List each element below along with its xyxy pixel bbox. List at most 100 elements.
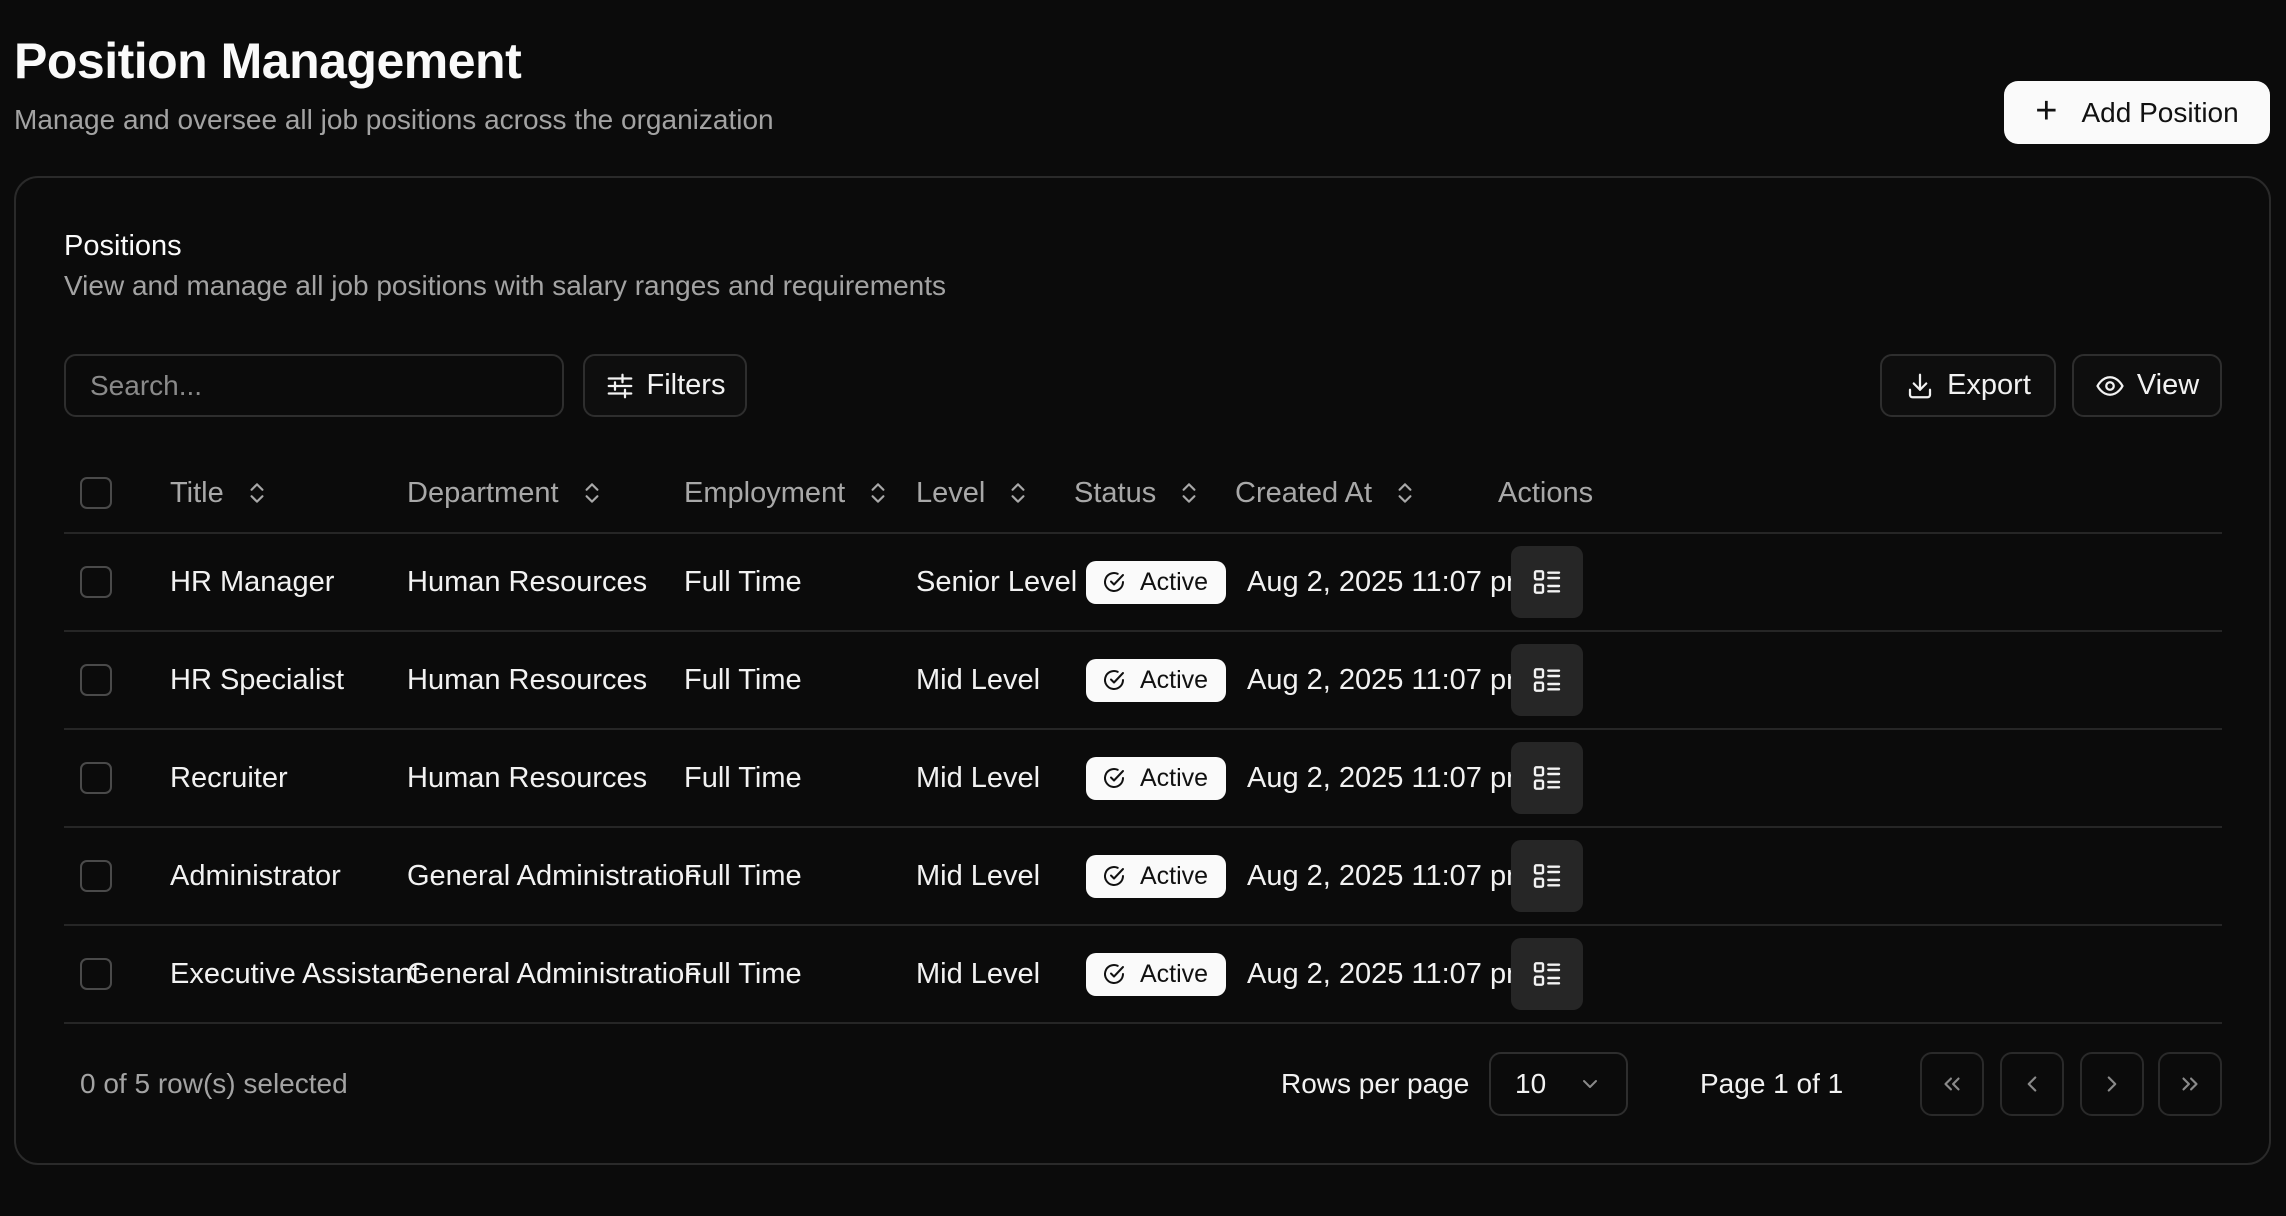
column-header-status[interactable]: Status: [1074, 454, 1202, 532]
selected-rows-count: 0 of 5 row(s) selected: [80, 1068, 348, 1099]
status-badge: Active: [1086, 854, 1227, 898]
eye-icon: [2096, 375, 2124, 396]
table-row[interactable]: Recruiter Human Resources Full Time Mid Lev…: [64, 730, 2222, 828]
chevrons-up-down-icon: [1176, 478, 1202, 508]
rows-per-page-select[interactable]: 10: [1489, 1052, 1628, 1116]
cell-level: Mid Level: [916, 663, 1041, 696]
cell-title: HR Specialist: [170, 663, 345, 696]
status-label: Active: [1140, 567, 1209, 596]
cell-department: Human Resources: [407, 565, 648, 598]
cell-employment: Full Time: [684, 761, 802, 794]
row-actions-button[interactable]: [1511, 546, 1583, 618]
previous-page-button[interactable]: [2000, 1052, 2064, 1116]
download-icon: [1908, 373, 1932, 398]
page-header: Position Management Manage and oversee a…: [14, 32, 774, 136]
table-row[interactable]: Executive Assistant General Administratio…: [64, 926, 2222, 1024]
row-select-checkbox[interactable]: [80, 664, 112, 696]
row-actions-button[interactable]: [1511, 938, 1583, 1010]
view-button[interactable]: View: [2072, 354, 2222, 417]
row-actions-button[interactable]: [1511, 840, 1583, 912]
cell-department: Human Resources: [407, 663, 648, 696]
cell-created-at: Aug 2, 2025 11:07 pm: [1247, 761, 1531, 794]
positions-table: Title Department Employment Level Status…: [64, 454, 2222, 1024]
positions-card: Positions View and manage all job positi…: [14, 176, 2271, 1165]
column-level-label: Level: [916, 476, 986, 509]
table-row[interactable]: Administrator General Administration Full …: [64, 828, 2222, 926]
list-details-icon: [1533, 962, 1561, 986]
status-badge: Active: [1086, 560, 1227, 604]
table-header-row: Title Department Employment Level Status…: [64, 454, 2222, 534]
search-input[interactable]: [64, 354, 564, 417]
cell-level: Senior Level: [916, 565, 1078, 598]
list-details-icon: [1533, 668, 1561, 692]
column-created-at-label: Created At: [1235, 476, 1373, 509]
status-label: Active: [1140, 861, 1209, 890]
chevron-right-icon: [2107, 1076, 2117, 1092]
cell-employment: Full Time: [684, 859, 802, 892]
cell-level: Mid Level: [916, 859, 1041, 892]
table-row[interactable]: HR Specialist Human Resources Full Time Mid…: [64, 632, 2222, 730]
cell-employment: Full Time: [684, 663, 802, 696]
row-select-checkbox[interactable]: [80, 762, 112, 794]
cell-level: Mid Level: [916, 957, 1041, 990]
column-header-title[interactable]: Title: [170, 454, 270, 532]
chevrons-up-down-icon: [244, 478, 270, 508]
column-header-level[interactable]: Level: [916, 454, 1031, 532]
status-badge: Active: [1086, 952, 1227, 996]
first-page-button[interactable]: [1920, 1052, 1984, 1116]
cell-title: Recruiter: [170, 761, 288, 794]
column-title-label: Title: [170, 476, 224, 509]
column-header-actions: Actions: [1498, 454, 1593, 532]
row-actions-button[interactable]: [1511, 742, 1583, 814]
page-info: Page 1 of 1: [1700, 1068, 1844, 1099]
next-page-button[interactable]: [2080, 1052, 2144, 1116]
cell-created-at: Aug 2, 2025 11:07 pm: [1247, 859, 1531, 892]
check-circle-icon: [1104, 572, 1124, 592]
plus-icon: +: [2035, 89, 2058, 132]
table-row[interactable]: HR Manager Human Resources Full Time Senior…: [64, 534, 2222, 632]
chevrons-left-icon: [1944, 1077, 1960, 1091]
add-position-label: Add Position: [2081, 96, 2239, 128]
chevrons-right-icon: [2182, 1077, 2198, 1091]
cell-department: Human Resources: [407, 761, 648, 794]
check-circle-icon: [1104, 768, 1124, 788]
column-header-created-at[interactable]: Created At: [1235, 454, 1418, 532]
list-details-icon: [1533, 570, 1561, 594]
page-title: Position Management: [14, 33, 522, 89]
cell-title: Executive Assistant: [170, 957, 420, 990]
cell-level: Mid Level: [916, 761, 1041, 794]
chevrons-up-down-icon: [865, 478, 891, 508]
card-description: View and manage all job positions with s…: [64, 270, 946, 301]
cell-created-at: Aug 2, 2025 11:07 pm: [1247, 663, 1531, 696]
sliders-icon: [607, 373, 632, 398]
row-select-checkbox[interactable]: [80, 958, 112, 990]
cell-department: General Administration: [407, 859, 701, 892]
chevrons-up-down-icon: [579, 478, 605, 508]
column-header-employment[interactable]: Employment: [684, 454, 891, 532]
status-label: Active: [1140, 959, 1209, 988]
last-page-button[interactable]: [2158, 1052, 2222, 1116]
rows-per-page-value: 10: [1515, 1068, 1547, 1099]
chevrons-up-down-icon: [1392, 478, 1418, 508]
status-label: Active: [1140, 665, 1209, 694]
select-all-checkbox[interactable]: [80, 477, 112, 509]
add-position-button[interactable]: + Add Position: [2004, 81, 2270, 144]
chevron-down-icon: [1583, 1080, 1597, 1088]
row-select-checkbox[interactable]: [80, 566, 112, 598]
page-subtitle: Manage and oversee all job positions acr…: [14, 104, 774, 135]
row-actions-button[interactable]: [1511, 644, 1583, 716]
filters-button[interactable]: Filters: [583, 354, 747, 417]
status-label: Active: [1140, 763, 1209, 792]
rows-per-page-label: Rows per page: [1281, 1068, 1470, 1099]
cell-employment: Full Time: [684, 957, 802, 990]
column-header-department[interactable]: Department: [407, 454, 605, 532]
check-circle-icon: [1104, 866, 1124, 886]
row-select-checkbox[interactable]: [80, 860, 112, 892]
column-employment-label: Employment: [684, 476, 846, 509]
list-details-icon: [1533, 864, 1561, 888]
cell-employment: Full Time: [684, 565, 802, 598]
export-button[interactable]: Export: [1880, 354, 2056, 417]
cell-department: General Administration: [407, 957, 701, 990]
column-status-label: Status: [1074, 476, 1157, 509]
cell-title: Administrator: [170, 859, 341, 892]
